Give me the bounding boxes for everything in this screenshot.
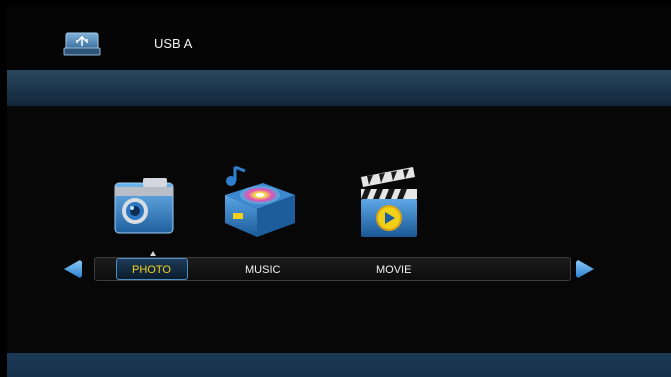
clapperboard-icon[interactable] (357, 165, 421, 239)
arrow-left-icon[interactable] (62, 258, 84, 280)
menu-item-photo[interactable]: PHOTO (132, 264, 171, 276)
menu-item-music[interactable]: MUSIC (245, 264, 280, 276)
device-label: USB A (154, 36, 193, 51)
arrow-right-icon[interactable] (574, 258, 596, 280)
header-bar: USB A (7, 7, 671, 70)
footer-band (7, 353, 671, 377)
menu-item-movie[interactable]: MOVIE (376, 264, 411, 276)
header-band (7, 70, 671, 106)
music-box-icon[interactable] (221, 157, 299, 239)
camera-icon[interactable] (111, 173, 177, 239)
media-screen: USB A PHOTO MUSIC MOVIE (7, 7, 671, 377)
selection-pointer-icon (150, 251, 156, 256)
usb-drive-icon (63, 32, 101, 56)
